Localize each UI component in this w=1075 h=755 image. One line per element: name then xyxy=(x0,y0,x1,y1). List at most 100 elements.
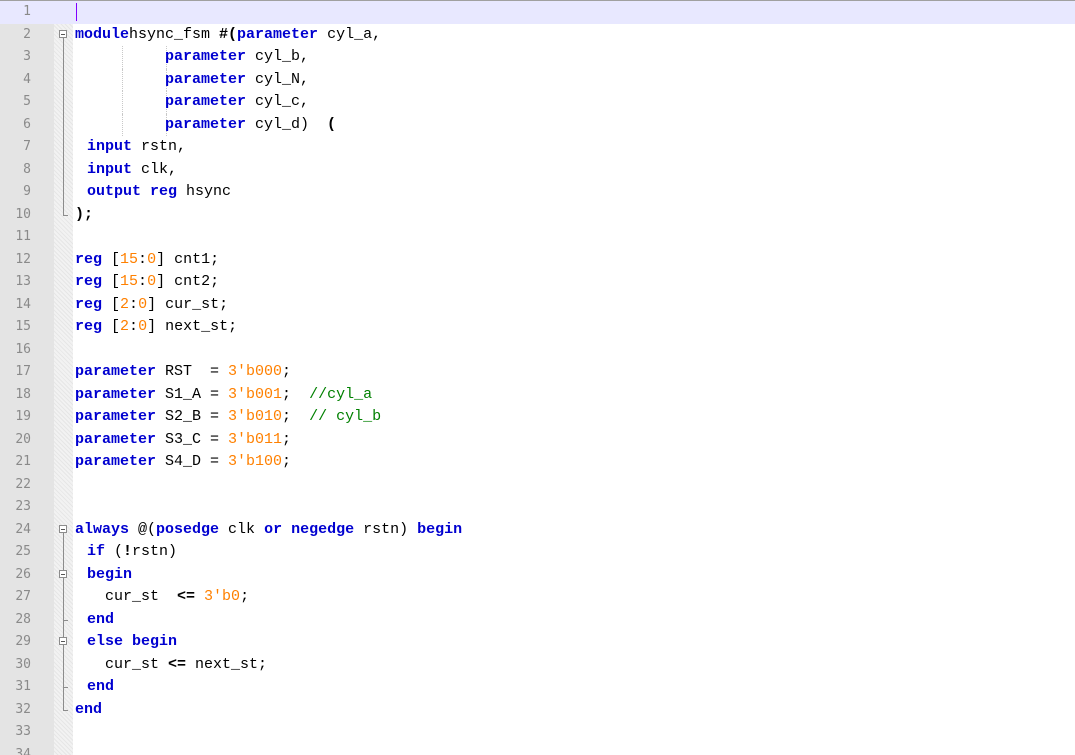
code-text[interactable]: parameter cyl_N, xyxy=(75,69,309,92)
code-text[interactable]: input clk, xyxy=(87,159,177,182)
code-text[interactable]: cur_st <= 3'b0; xyxy=(87,586,249,609)
code-text[interactable]: input rstn, xyxy=(87,136,186,159)
code-line[interactable]: 12 reg [15:0] cnt1; xyxy=(0,249,1075,272)
code-line[interactable]: 1 xyxy=(0,1,1075,24)
code-token: cyl_c, xyxy=(246,93,310,110)
code-text[interactable]: end xyxy=(87,676,114,699)
fold-collapse-icon[interactable] xyxy=(54,631,73,654)
code-text[interactable]: parameter cyl_c, xyxy=(75,91,309,114)
fold-line xyxy=(54,541,73,564)
keyword-token: parameter xyxy=(237,25,319,43)
code-line[interactable]: 21 parameter S4_D = 3'b100; xyxy=(0,451,1075,474)
keyword-token: end xyxy=(87,610,115,628)
fold-line xyxy=(54,181,73,204)
code-text[interactable]: else begin xyxy=(87,631,177,654)
code-line[interactable]: 18 parameter S1_A = 3'b001; //cyl_a xyxy=(0,384,1075,407)
code-line[interactable]: 22 xyxy=(0,474,1075,497)
code-line[interactable]: 14 reg [2:0] cur_st; xyxy=(0,294,1075,317)
number-token: 15 xyxy=(120,273,139,290)
code-text[interactable]: ); xyxy=(75,204,93,227)
code-line[interactable]: 28 end xyxy=(0,608,1075,632)
code-token: hsync_fsm xyxy=(129,25,220,43)
code-line[interactable]: 33 xyxy=(0,721,1075,744)
code-token: ( xyxy=(327,115,337,133)
code-text[interactable]: reg [15:0] cnt2; xyxy=(75,271,219,294)
number-token: 3'b000 xyxy=(228,363,283,380)
code-text[interactable]: reg [15:0] cnt1; xyxy=(75,249,219,272)
line-number: 5 xyxy=(23,94,31,109)
line-number: 23 xyxy=(15,499,31,514)
keyword-token: end xyxy=(75,700,103,718)
fold-collapse-icon[interactable] xyxy=(54,24,73,46)
code-token: RST = xyxy=(156,363,229,380)
code-line[interactable]: 19 parameter S2_B = 3'b010; // cyl_b xyxy=(0,406,1075,429)
fold-collapse-icon[interactable] xyxy=(54,519,73,541)
line-number: 31 xyxy=(15,679,31,694)
keyword-token: parameter xyxy=(75,363,157,380)
fold-collapse-icon[interactable] xyxy=(54,563,73,586)
code-text[interactable]: end xyxy=(75,699,102,722)
code-line[interactable]: 30 cur_st <= next_st; xyxy=(0,653,1075,677)
code-line[interactable]: 10); xyxy=(0,203,1075,227)
code-text[interactable]: parameter S4_D = 3'b100; xyxy=(75,451,291,474)
code-line[interactable]: 11 xyxy=(0,226,1075,249)
code-line[interactable]: 3 parameter cyl_b, xyxy=(0,46,1075,69)
code-text[interactable]: parameter S2_B = 3'b010; // cyl_b xyxy=(75,406,381,429)
code-text[interactable]: modulehsync_fsm #(parameter cyl_a, xyxy=(75,24,381,47)
code-line[interactable]: 13 reg [15:0] cnt2; xyxy=(0,271,1075,294)
code-text[interactable]: parameter cyl_d) ( xyxy=(75,114,336,137)
code-text[interactable]: cur_st <= next_st; xyxy=(87,654,267,677)
code-text[interactable]: parameter S3_C = 3'b011; xyxy=(75,429,291,452)
code-text[interactable]: reg [2:0] cur_st; xyxy=(75,294,228,317)
code-line[interactable]: 15 reg [2:0] next_st; xyxy=(0,316,1075,339)
code-line[interactable]: 8 input clk, xyxy=(0,158,1075,182)
code-line[interactable]: 23 xyxy=(0,496,1075,519)
code-line[interactable]: 31 end xyxy=(0,676,1075,699)
code-line[interactable]: 6 parameter cyl_d) ( xyxy=(0,113,1075,137)
keyword-token: input xyxy=(87,138,133,155)
code-editor[interactable]: 1 2 modulehsync_fsm #(parameter cyl_a, 3 pa… xyxy=(0,0,1075,755)
line-number: 21 xyxy=(15,454,31,469)
code-line[interactable]: 17 parameter RST = 3'b000; xyxy=(0,361,1075,384)
code-text[interactable]: begin xyxy=(87,564,132,587)
code-line[interactable]: 5 parameter cyl_c, xyxy=(0,91,1075,114)
code-token: : xyxy=(138,273,148,290)
code-line[interactable]: 7 input rstn, xyxy=(0,136,1075,159)
code-lines[interactable]: 1 2 modulehsync_fsm #(parameter cyl_a, 3 pa… xyxy=(0,1,1075,755)
code-token: [ xyxy=(102,273,121,290)
code-text[interactable]: parameter cyl_b, xyxy=(75,46,309,69)
code-text[interactable]: output reg hsync xyxy=(87,181,231,204)
code-line[interactable]: 4 parameter cyl_N, xyxy=(0,68,1075,92)
code-line[interactable]: 32 end xyxy=(0,698,1075,722)
code-line[interactable]: 34 xyxy=(0,744,1075,755)
code-line[interactable]: 16 xyxy=(0,339,1075,362)
code-text[interactable]: parameter S1_A = 3'b001; //cyl_a xyxy=(75,384,372,407)
code-line[interactable]: 2 modulehsync_fsm #(parameter cyl_a, xyxy=(0,24,1075,47)
line-number: 10 xyxy=(15,206,31,222)
code-line[interactable]: 29 else begin xyxy=(0,631,1075,654)
code-token: ; xyxy=(282,453,292,470)
fold-line xyxy=(54,91,73,114)
keyword-token: parameter xyxy=(75,385,157,403)
code-text[interactable]: reg [2:0] next_st; xyxy=(75,316,237,339)
keyword-token: begin xyxy=(87,565,133,583)
code-line[interactable]: 25 if (!rstn) xyxy=(0,541,1075,564)
code-line[interactable]: 26 begin xyxy=(0,563,1075,587)
code-text[interactable]: end xyxy=(87,609,114,632)
keyword-token: posedge xyxy=(156,520,220,538)
keyword-token: negedge xyxy=(291,520,355,538)
line-number: 4 xyxy=(23,71,31,87)
code-line[interactable]: 9 output reg hsync xyxy=(0,181,1075,204)
code-text[interactable]: always @(posedge clk or negedge rstn) be… xyxy=(75,519,462,542)
keyword-token: reg xyxy=(75,318,103,335)
code-text[interactable]: parameter RST = 3'b000; xyxy=(75,361,291,384)
fold-line xyxy=(54,46,73,69)
code-token: ! xyxy=(123,543,133,560)
code-line[interactable]: 24 always @(posedge clk or negedge rstn) … xyxy=(0,519,1075,542)
code-line[interactable]: 27 cur_st <= 3'b0; xyxy=(0,586,1075,609)
keyword-token: input xyxy=(87,160,133,178)
code-text[interactable]: if (!rstn) xyxy=(87,541,177,564)
code-line[interactable]: 20 parameter S3_C = 3'b011; xyxy=(0,429,1075,452)
